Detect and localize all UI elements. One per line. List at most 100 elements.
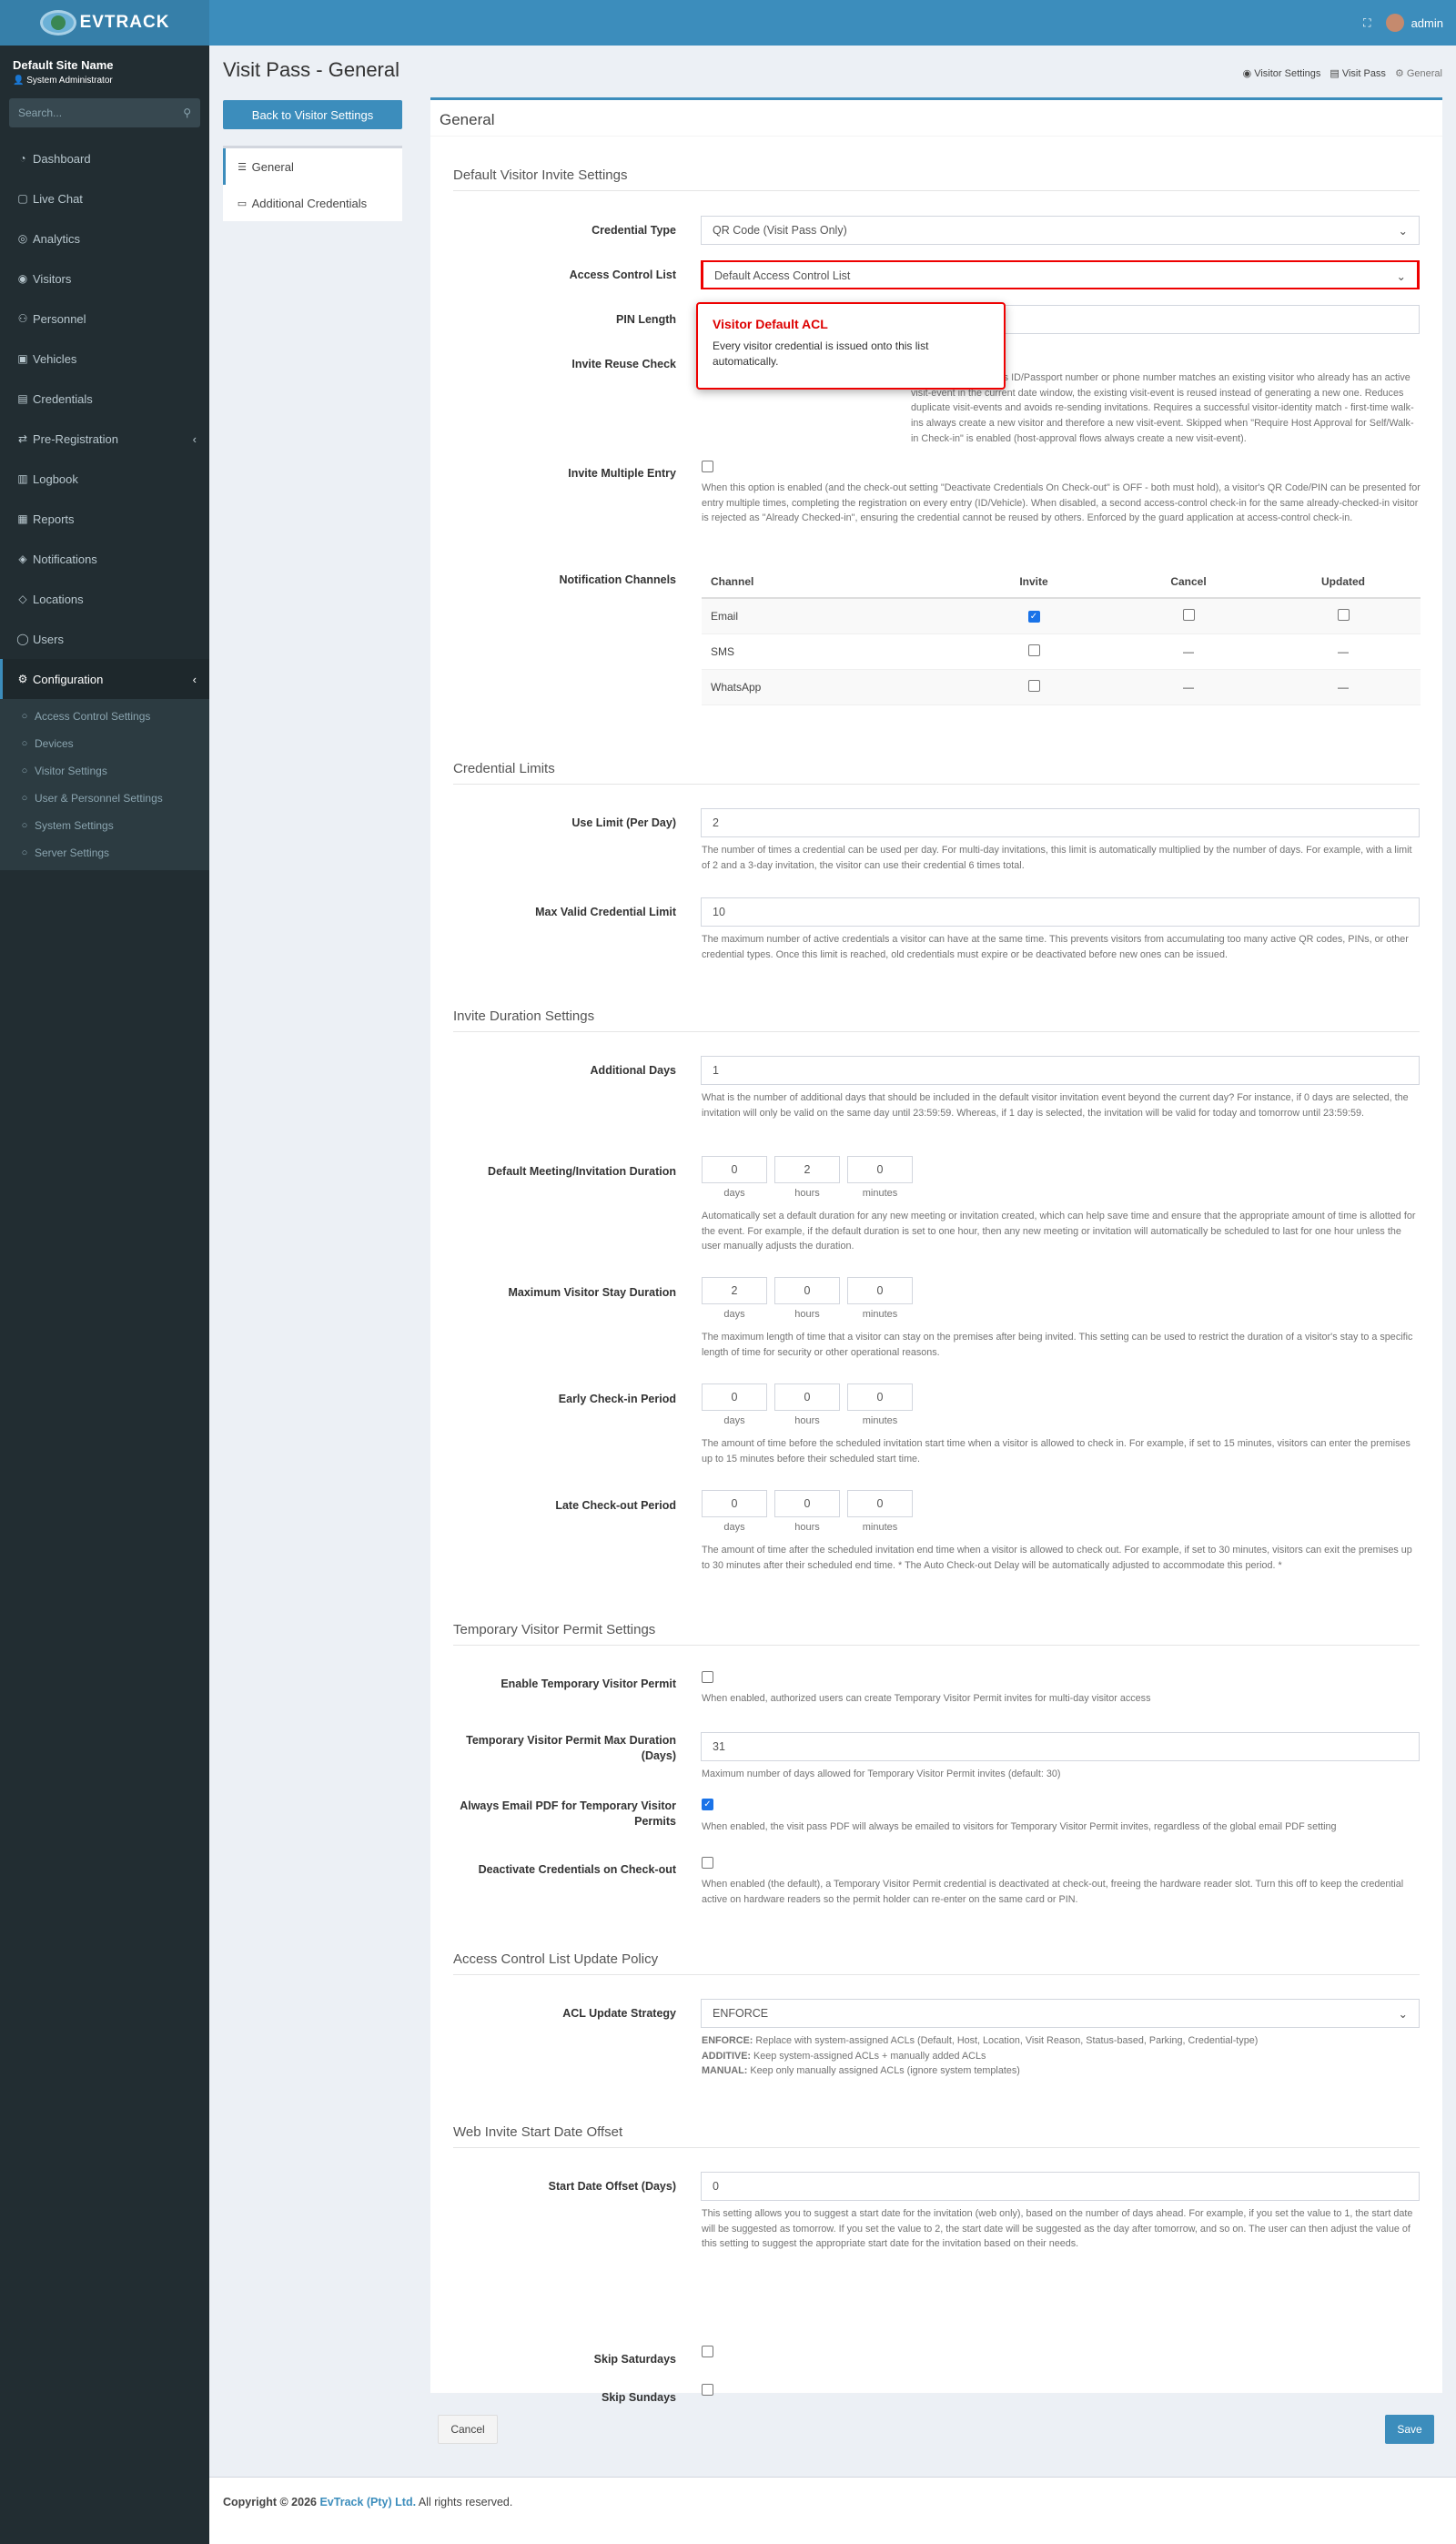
invite-multiple-entry-checkbox[interactable]	[702, 461, 713, 472]
temp-deactivate-label: Deactivate Credentials on Check-out	[478, 1863, 676, 1876]
sidebar-subitem-access-control-settings[interactable]: ○ Access Control Settings	[0, 703, 209, 730]
use-limit-help: The number of times a credential can be …	[702, 845, 1412, 871]
invite-checkbox[interactable]: ✓	[1027, 611, 1040, 623]
sidebar-item-personnel[interactable]: ⚇ Personnel	[0, 299, 209, 339]
max-valid-input[interactable]: 10	[701, 897, 1420, 927]
chevron-down-icon: ⌄	[1398, 2008, 1408, 2021]
side-nav-additional-credentials[interactable]: ▭ Additional Credentials	[223, 185, 402, 221]
card-icon: ▭	[237, 198, 248, 209]
breadcrumb-visitor-settings[interactable]: ◉ Visitor Settings	[1243, 67, 1321, 79]
circle-icon: ○	[21, 738, 28, 749]
invite-checkbox[interactable]	[1027, 644, 1040, 656]
acl-strategy-label: ACL Update Strategy	[562, 2007, 676, 2020]
temp-pdf-checkbox[interactable]: ✓	[702, 1799, 713, 1810]
days-input[interactable]: 0	[702, 1383, 767, 1411]
hours-input[interactable]: 2	[774, 1156, 840, 1183]
sidebar-item-locations[interactable]: ◇ Locations	[0, 579, 209, 619]
max-stay-label: Maximum Visitor Stay Duration	[508, 1286, 676, 1299]
minutes-input[interactable]: 0	[847, 1490, 913, 1517]
cancel-button[interactable]: Cancel	[438, 2415, 498, 2444]
sidebar-item-vehicles[interactable]: ▣ Vehicles	[0, 339, 209, 379]
unit-label: minutes	[862, 1309, 898, 1320]
bell-icon: ◈	[18, 552, 27, 565]
search-icon[interactable]: ⚲	[183, 106, 191, 119]
sidebar-item-analytics[interactable]: ◎ Analytics	[0, 218, 209, 258]
minutes-input[interactable]: 0	[847, 1277, 913, 1304]
early-checkin-inputs: 0 days 0 hours 0 minutes	[702, 1383, 913, 1426]
temp-pdf-help: When enabled, the visit pass PDF will al…	[702, 1821, 1337, 1832]
start-offset-label: Start Date Offset (Days)	[548, 2180, 676, 2193]
temp-pdf-label: Always Email PDF for Temporary Visitor P…	[460, 1799, 676, 1828]
sidebar-item-visitors[interactable]: ◉ Visitors	[0, 258, 209, 299]
footer: Copyright © 2026 EvTrack (Pty) Ltd. All …	[209, 2477, 1456, 2544]
circle-icon: ○	[21, 711, 28, 722]
hours-input[interactable]: 0	[774, 1383, 840, 1411]
minutes-input[interactable]: 0	[847, 1383, 913, 1411]
unit-label: hours	[794, 1188, 820, 1199]
hours-input[interactable]: 0	[774, 1277, 840, 1304]
sidebar-item-credentials[interactable]: ▤ Credentials	[0, 379, 209, 419]
use-limit-input[interactable]: 2	[701, 808, 1420, 837]
unit-label: minutes	[862, 1188, 898, 1199]
chat-icon: ▢	[17, 192, 28, 205]
sidebar-item-logbook[interactable]: ▥ Logbook	[0, 459, 209, 499]
save-button[interactable]: Save	[1385, 2415, 1434, 2444]
company-link[interactable]: EvTrack (Pty) Ltd.	[319, 2496, 416, 2509]
sidebar-item-dashboard[interactable]: ◔ Dashboard	[0, 138, 209, 178]
sidebar-item-users[interactable]: ◯ Users	[0, 619, 209, 659]
additional-days-input[interactable]: 1	[701, 1056, 1420, 1085]
sidebar-item-pre-registration[interactable]: ⇄ Pre-Registration ‹	[0, 419, 209, 459]
days-input[interactable]: 0	[702, 1490, 767, 1517]
table-row: WhatsApp — —	[702, 669, 1421, 705]
section-temporary-permit: Temporary Visitor Permit Settings	[453, 1622, 1420, 1646]
tooltip-body: Every visitor credential is issued onto …	[713, 340, 929, 369]
skip-saturdays-checkbox[interactable]	[702, 2346, 713, 2357]
app-logo[interactable]: EVTRACK	[0, 0, 209, 46]
expand-icon[interactable]: ⛶	[1363, 16, 1370, 30]
credential-type-select[interactable]: QR Code (Visit Pass Only) ⌄	[701, 216, 1420, 245]
early-checkin-label: Early Check-in Period	[558, 1393, 676, 1405]
unit-label: days	[723, 1188, 745, 1199]
acl-strategy-help: ENFORCE: Replace with system-assigned AC…	[702, 2035, 1259, 2077]
additional-days-help: What is the number of additional days th…	[702, 1092, 1409, 1119]
side-nav-general[interactable]: ☰ General	[223, 148, 402, 185]
search-input[interactable]: Search... ⚲	[9, 98, 200, 127]
days-input[interactable]: 0	[702, 1156, 767, 1183]
settings-box: General Default Visitor Invite Settings …	[430, 97, 1442, 2404]
sidebar-item-notifications[interactable]: ◈ Notifications	[0, 539, 209, 579]
sidebar-subitem-visitor-settings[interactable]: ○ Visitor Settings	[0, 757, 209, 785]
breadcrumb-visit-pass[interactable]: ▤ Visit Pass	[1330, 67, 1386, 79]
pin-length-label: PIN Length	[616, 313, 676, 326]
days-input[interactable]: 2	[702, 1277, 767, 1304]
site-name: Default Site Name	[13, 58, 114, 72]
sidebar-subitem-server-settings[interactable]: ○ Server Settings	[0, 839, 209, 867]
temp-max-help: Maximum number of days allowed for Tempo…	[702, 1769, 1061, 1779]
sidebar-item-reports[interactable]: ▦ Reports	[0, 499, 209, 539]
sidebar-subitem-devices[interactable]: ○ Devices	[0, 730, 209, 757]
start-offset-input[interactable]: 0	[701, 2172, 1420, 2201]
sidebar-item-configuration[interactable]: ⚙ Configuration ‹	[0, 659, 209, 699]
invite-checkbox[interactable]	[1027, 679, 1040, 692]
temp-max-input[interactable]: 31	[701, 1732, 1420, 1761]
analytics-icon: ◎	[17, 232, 28, 245]
unit-label: hours	[794, 1309, 820, 1320]
hours-input[interactable]: 0	[774, 1490, 840, 1517]
skip-sundays-checkbox[interactable]	[702, 2384, 713, 2396]
sidebar-subitem-user-personnel-settings[interactable]: ○ User & Personnel Settings	[0, 785, 209, 812]
temp-enable-checkbox[interactable]	[702, 1671, 713, 1683]
temp-enable-help: When enabled, authorized users can creat…	[702, 1693, 1151, 1704]
table-row: Email ✓	[702, 598, 1421, 634]
temp-deactivate-checkbox[interactable]	[702, 1857, 713, 1869]
acl-strategy-select[interactable]: ENFORCE ⌄	[701, 1999, 1420, 2028]
sidebar-item-live-chat[interactable]: ▢ Live Chat	[0, 178, 209, 218]
cancel-checkbox[interactable]	[1182, 608, 1195, 621]
updated-checkbox[interactable]	[1337, 608, 1350, 621]
breadcrumb: ◉ Visitor Settings ▤ Visit Pass ⚙ Genera…	[1243, 67, 1442, 79]
dashboard-icon: ◔	[19, 152, 26, 165]
acl-select[interactable]: Default Access Control List ⌄	[701, 260, 1420, 289]
sidebar-subitem-system-settings[interactable]: ○ System Settings	[0, 812, 209, 839]
user-menu[interactable]: admin	[1385, 14, 1443, 32]
back-to-visitor-settings-button[interactable]: Back to Visitor Settings	[223, 100, 402, 129]
late-checkout-inputs: 0 days 0 hours 0 minutes	[702, 1490, 913, 1533]
minutes-input[interactable]: 0	[847, 1156, 913, 1183]
